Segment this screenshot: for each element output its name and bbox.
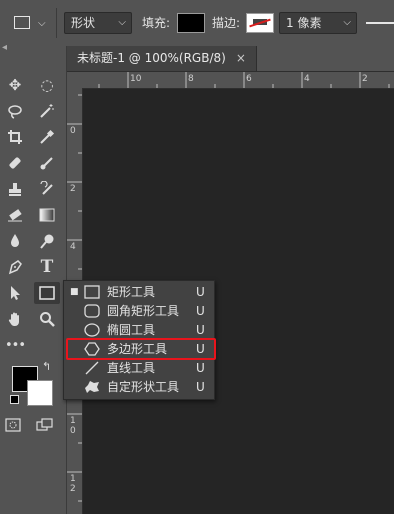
move-tool-icon[interactable]: ✥ <box>2 74 28 96</box>
document-tab[interactable]: 未标题-1 @ 100%(RGB/8) × <box>67 46 257 71</box>
menu-item-label: 自定形状工具 <box>107 380 180 394</box>
panel-grip-icon[interactable]: ◂ <box>2 42 7 53</box>
gradient-icon[interactable] <box>34 204 60 226</box>
fill-color-swatch[interactable] <box>177 13 205 33</box>
tools-panel: ◂ ✥ ◌ T ••• ↰ <box>0 42 67 514</box>
screen-mode-icon[interactable] <box>32 414 58 436</box>
horizontal-ruler-ticks <box>98 72 390 88</box>
ruler-label: 2 <box>362 74 368 84</box>
elliptical-marquee-icon[interactable]: ◌ <box>34 74 60 96</box>
zoom-icon[interactable] <box>34 308 60 330</box>
brush-icon[interactable] <box>34 152 60 174</box>
horizontal-ruler[interactable]: 10 8 6 4 2 <box>82 72 394 89</box>
crop-icon[interactable] <box>2 126 28 148</box>
ruler-label: 4 <box>304 74 310 84</box>
eyedropper-icon[interactable] <box>34 126 60 148</box>
tool-preset-chevron-down-icon[interactable]: ⌵ <box>38 18 46 29</box>
custom-shape-icon <box>85 381 99 393</box>
ruler-label: 8 <box>188 74 194 84</box>
eraser-icon[interactable] <box>2 204 28 226</box>
clone-stamp-icon[interactable] <box>2 178 28 200</box>
menu-item-shortcut: U <box>196 285 205 299</box>
blur-drop-icon[interactable] <box>2 230 28 252</box>
chevron-down-icon: ⌵ <box>118 17 126 28</box>
ruler-label: 2 <box>70 184 76 194</box>
stroke-type-line[interactable] <box>366 22 394 24</box>
chevron-down-icon: ⌵ <box>343 17 351 28</box>
shape-mode-value: 形状 <box>71 16 96 30</box>
stroke-label: 描边: <box>212 16 241 30</box>
menu-item-label: 矩形工具 <box>107 285 156 299</box>
menu-item-label: 圆角矩形工具 <box>107 304 180 318</box>
ruler-label: 0 <box>70 126 76 136</box>
document-tab-title: 未标题-1 @ 100%(RGB/8) <box>77 51 226 65</box>
menu-item-shortcut: U <box>196 361 205 375</box>
rectangle-icon <box>84 285 100 299</box>
healing-brush-icon[interactable] <box>2 152 28 174</box>
rounded-rectangle-icon <box>84 304 100 318</box>
background-color-swatch[interactable] <box>27 380 53 406</box>
menu-item-shortcut: U <box>196 304 205 318</box>
divider <box>56 8 57 38</box>
close-icon[interactable]: × <box>236 51 246 65</box>
stroke-color-swatch[interactable] <box>246 13 274 33</box>
ruler-label: 2 <box>70 484 76 494</box>
shape-tool-icon[interactable] <box>14 16 30 29</box>
ellipse-icon <box>84 323 100 337</box>
document-tab-bar: 未标题-1 @ 100%(RGB/8) × <box>67 46 394 72</box>
shape-mode-dropdown[interactable]: 形状 ⌵ <box>64 12 132 34</box>
menu-item-rectangle-tool[interactable]: ■ 矩形工具 U <box>64 283 214 302</box>
ruler-label: 1 <box>70 474 76 484</box>
ruler-label: 4 <box>70 242 76 252</box>
selected-bullet-icon: ■ <box>70 287 79 297</box>
ruler-label: 6 <box>246 74 252 84</box>
rectangle-tool-icon[interactable] <box>34 282 60 304</box>
polygon-tool-highlight <box>66 338 216 360</box>
stroke-width-value: 1 像素 <box>286 16 322 30</box>
menu-item-line-tool[interactable]: 直线工具 U <box>64 359 214 378</box>
more-tools-icon[interactable]: ••• <box>2 334 28 356</box>
pen-icon[interactable] <box>2 256 28 278</box>
quick-mask-icon[interactable] <box>0 414 26 436</box>
hand-icon[interactable] <box>2 308 28 330</box>
dodge-icon[interactable] <box>34 230 60 252</box>
menu-item-shortcut: U <box>196 380 205 394</box>
history-brush-icon[interactable] <box>34 178 60 200</box>
ruler-label: 0 <box>70 426 76 436</box>
menu-item-custom-shape-tool[interactable]: 自定形状工具 U <box>64 378 214 397</box>
fill-label: 填充: <box>142 16 171 30</box>
menu-item-label: 直线工具 <box>107 361 156 375</box>
menu-item-rounded-rectangle-tool[interactable]: 圆角矩形工具 U <box>64 302 214 321</box>
path-selection-icon[interactable] <box>2 282 28 304</box>
line-icon <box>85 361 99 375</box>
magic-wand-icon[interactable] <box>34 100 60 122</box>
ruler-label: 1 <box>70 416 76 426</box>
ruler-corner[interactable] <box>67 72 83 89</box>
lasso-icon[interactable] <box>2 100 28 122</box>
stroke-width-field[interactable]: 1 像素 ⌵ <box>279 12 357 34</box>
options-bar: ⌵ 形状 ⌵ 填充: 描边: 1 像素 ⌵ <box>0 0 394 47</box>
default-colors-icon[interactable] <box>10 395 19 404</box>
type-tool-icon[interactable]: T <box>34 256 60 278</box>
ruler-label: 10 <box>130 74 142 84</box>
swap-colors-icon[interactable]: ↰ <box>42 360 51 373</box>
